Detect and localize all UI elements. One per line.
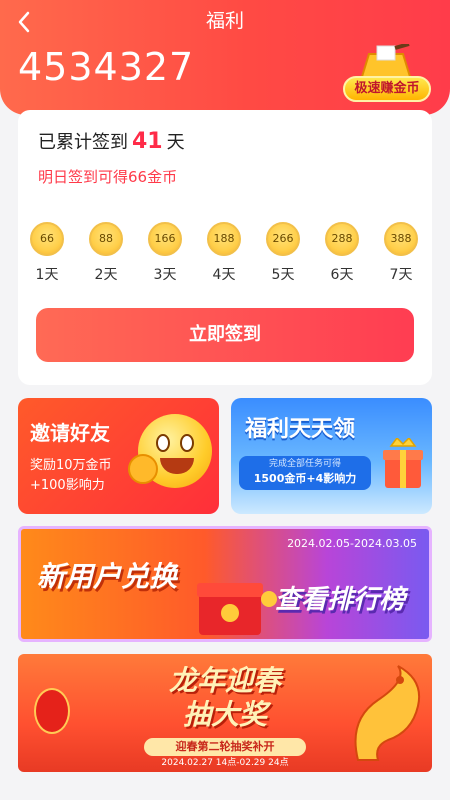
header: 福利 4534327 极速赚金币 bbox=[0, 0, 450, 115]
checkin-card: 已累计签到 41 天 明日签到可得66金币 66 1天 88 2天 166 3天 1… bbox=[18, 110, 432, 385]
gift-box-icon bbox=[383, 438, 423, 488]
streak-suffix: 天 bbox=[166, 132, 185, 153]
dragon-icon bbox=[354, 665, 420, 761]
day-label: 6天 bbox=[330, 267, 354, 283]
invite-title: 邀请好友 bbox=[30, 421, 110, 445]
invite-friends-card[interactable]: 邀请好友 奖励10万金币 +100影响力 bbox=[18, 398, 219, 514]
coin-icon: 66 bbox=[30, 222, 64, 256]
day-item-2: 88 2天 bbox=[81, 222, 131, 292]
red-envelope-icon bbox=[197, 583, 277, 635]
day-item-5: 266 5天 bbox=[258, 222, 308, 292]
coin-icon: 88 bbox=[89, 222, 123, 256]
new-user-exchange-banner[interactable]: 2024.02.05-2024.03.05 新用户兑换 查看排行榜 bbox=[18, 526, 432, 642]
daily-reward-amount: 1500金币+4影响力 bbox=[253, 472, 357, 485]
invite-reward: 奖励10万金币 +100影响力 bbox=[30, 456, 112, 496]
streak-days: 41 bbox=[132, 129, 163, 154]
day-label: 2天 bbox=[94, 267, 118, 283]
mouth-icon bbox=[160, 458, 194, 474]
day-label: 3天 bbox=[153, 267, 177, 283]
day-item-1: 66 1天 bbox=[22, 222, 72, 292]
view-leaderboard-link: 查看排行榜 bbox=[274, 585, 405, 615]
coin-icon: 188 bbox=[207, 222, 241, 256]
smiley-face-icon bbox=[128, 414, 212, 488]
daily-reward-box: 完成全部任务可得 1500金币+4影响力 bbox=[239, 456, 371, 490]
invite-reward-line2: +100影响力 bbox=[30, 478, 105, 493]
banner-subtitle: 迎春第二轮抽奖补开 bbox=[144, 738, 306, 756]
day-label: 7天 bbox=[389, 267, 413, 283]
day-item-6: 288 6天 bbox=[317, 222, 367, 292]
spring-lottery-banner[interactable]: 龙年迎春 抽大奖 迎春第二轮抽奖补开 2024.02.27 14点-02.29 … bbox=[18, 654, 432, 772]
coin-icon bbox=[128, 454, 158, 484]
sign-in-button[interactable]: 立即签到 bbox=[36, 308, 414, 362]
daily-welfare-card[interactable]: 福利天天领 完成全部任务可得 1500金币+4影响力 bbox=[231, 398, 432, 514]
coin-icon: 266 bbox=[266, 222, 300, 256]
coin-icon: 388 bbox=[384, 222, 418, 256]
streak-text: 已累计签到 41 天 bbox=[38, 128, 185, 157]
daily-reward-caption: 完成全部任务可得 bbox=[268, 459, 341, 469]
day-item-4: 188 4天 bbox=[199, 222, 249, 292]
coin-icon: 288 bbox=[325, 222, 359, 256]
coin-icon: 166 bbox=[148, 222, 182, 256]
tomorrow-reward: 明日签到可得66金币 bbox=[38, 168, 178, 186]
speed-earn-label: 极速赚金币 bbox=[343, 76, 431, 102]
day-label: 5天 bbox=[271, 267, 295, 283]
speed-earn-button[interactable]: 极速赚金币 bbox=[339, 42, 435, 106]
page-title: 福利 bbox=[205, 10, 244, 32]
eye-icon bbox=[156, 434, 170, 452]
checkin-days: 66 1天 88 2天 166 3天 188 4天 266 5天 288 6天 … bbox=[18, 222, 432, 292]
day-label: 4天 bbox=[212, 267, 236, 283]
banner-date: 2024.02.05-2024.03.05 bbox=[287, 537, 417, 550]
coin-balance: 4534327 bbox=[18, 45, 195, 89]
day-label: 1天 bbox=[35, 267, 59, 283]
day-item-7: 388 7天 bbox=[376, 222, 426, 292]
day-item-3: 166 3天 bbox=[140, 222, 190, 292]
banner-title: 新用户兑换 bbox=[37, 560, 178, 593]
streak-prefix: 已累计签到 bbox=[38, 132, 128, 153]
invite-reward-line1: 奖励10万金币 bbox=[30, 458, 112, 473]
daily-title: 福利天天领 bbox=[245, 417, 356, 442]
eye-icon bbox=[180, 434, 194, 452]
